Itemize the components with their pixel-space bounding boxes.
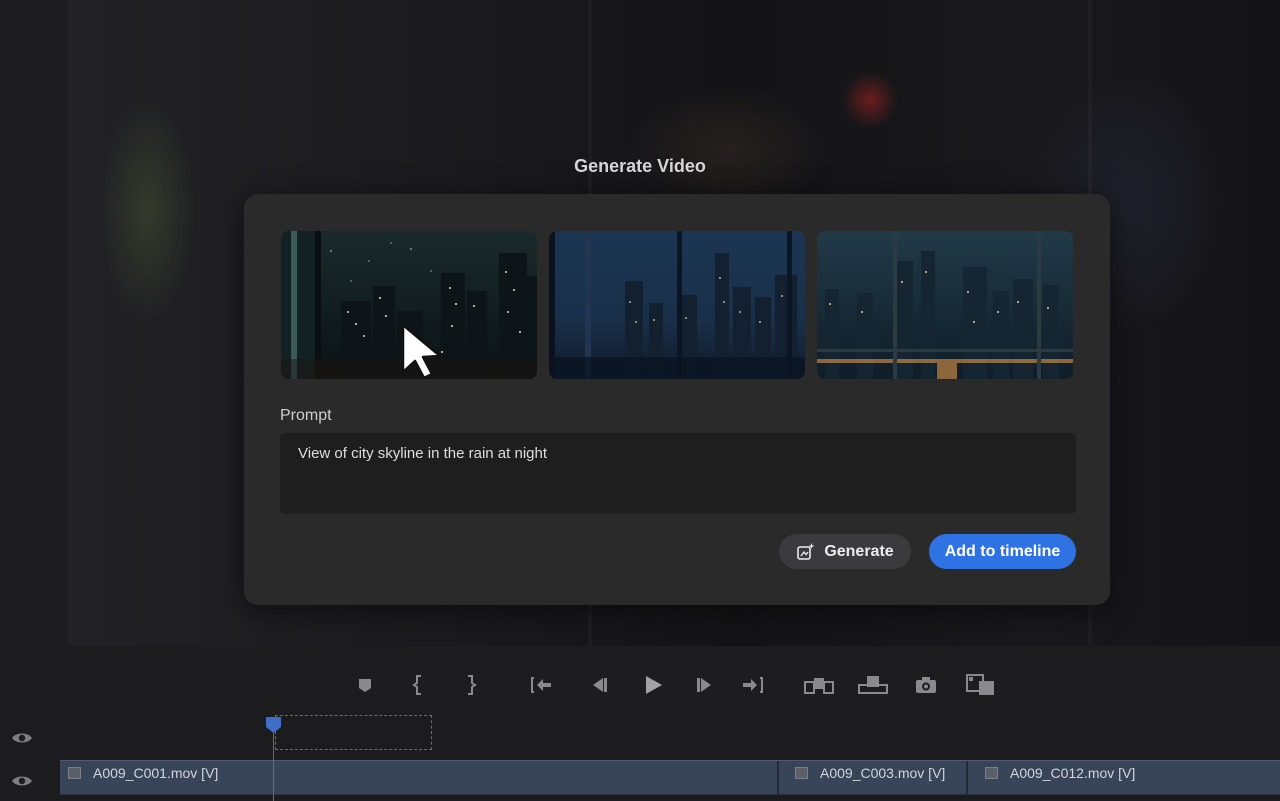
playhead-handle-icon[interactable] [265,716,282,739]
compare-icon[interactable] [965,672,997,698]
transport-controls [0,672,1280,700]
timeline-clip[interactable]: A009_C012.mov [V] [977,761,1280,794]
premiere-workspace: Generate Video Prompt View of city skyli… [0,0,1280,801]
step-forward-icon[interactable] [693,672,719,698]
clip-thumbnail-icon [985,767,998,779]
add-to-timeline-button[interactable]: Add to timeline [929,534,1076,569]
insert-icon[interactable] [803,672,835,698]
toggle-track-output-eye-icon[interactable] [11,774,33,788]
thumbnail-window-skyline-dusk[interactable] [549,231,805,379]
mark-out-icon[interactable] [458,672,484,698]
clip-boundary [777,761,779,794]
mark-in-icon[interactable] [405,672,431,698]
clip-label: A009_C001.mov [V] [93,765,219,781]
play-icon[interactable] [640,672,666,698]
generate-video-dialog: Prompt Generate Add to timeline [244,194,1110,605]
generate-sparkle-icon [796,542,816,562]
overwrite-icon[interactable] [857,672,889,698]
generative-extend-placeholder[interactable] [275,715,432,750]
dialog-title: Generate Video [574,156,706,176]
prompt-label: Prompt [280,407,332,424]
marker-icon[interactable] [352,672,378,698]
prompt-input[interactable] [280,433,1076,514]
clip-thumbnail-icon [68,767,81,779]
timeline-clip[interactable]: A009_C001.mov [V] [68,761,778,794]
timeline-clip[interactable]: A009_C003.mov [V] [787,761,967,794]
generate-label: Generate [824,542,894,560]
generate-button[interactable]: Generate [779,534,911,569]
clip-label: A009_C012.mov [V] [1010,765,1136,781]
clip-thumbnail-icon [795,767,808,779]
toggle-track-output-eye-icon[interactable] [11,731,33,745]
clip-label: A009_C003.mov [V] [820,765,946,781]
playhead-line [273,732,274,801]
mouse-pointer-icon [400,322,450,385]
go-to-out-icon[interactable] [740,672,766,698]
go-to-in-icon[interactable] [528,672,554,698]
export-frame-icon[interactable] [913,672,939,698]
step-back-icon[interactable] [585,672,611,698]
thumbnail-window-skyline-rain[interactable] [817,231,1073,379]
clip-boundary [966,761,968,794]
